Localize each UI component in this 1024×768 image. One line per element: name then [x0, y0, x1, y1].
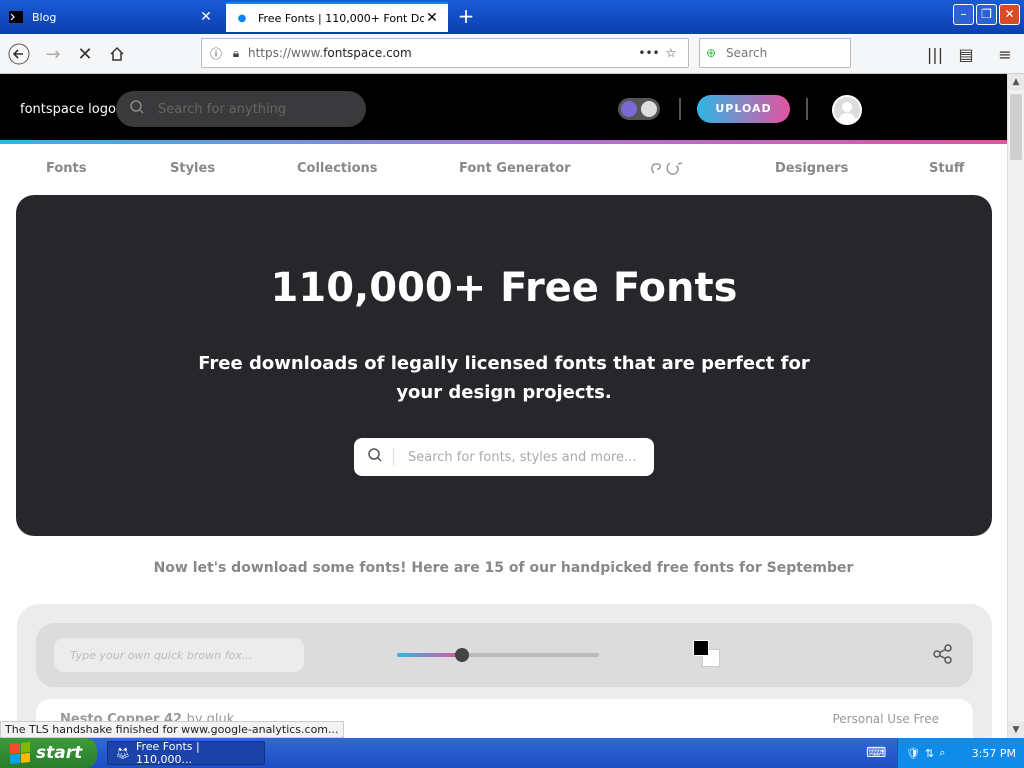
search-icon[interactable]: ⌕ — [939, 746, 945, 760]
main-nav: Fonts Styles Collections Font Generator … — [0, 144, 1007, 194]
font-size-slider[interactable] — [397, 648, 599, 662]
taskbar-item-firefox[interactable]: 🦊︎ Free Fonts | 110,000... — [107, 740, 265, 766]
toggle-knob — [621, 101, 637, 117]
hero-banner: 110,000+ Free Fonts Free downloads of le… — [16, 195, 992, 536]
upload-button[interactable]: UPLOAD — [697, 95, 790, 123]
library-icon[interactable]: ||| — [920, 39, 950, 69]
hero-title: 110,000+ Free Fonts — [270, 265, 738, 311]
header-search-input[interactable]: Search for anything — [116, 91, 366, 127]
font-list-panel: Type your own quick brown fox... Nesto C… — [17, 604, 992, 738]
scroll-thumb[interactable] — [1010, 94, 1022, 160]
swirl-icon[interactable] — [648, 159, 688, 179]
search-engine-icon: ⊕ — [706, 46, 717, 60]
divider — [806, 98, 808, 120]
search-icon — [368, 448, 394, 466]
section-intro: Now let's download some fonts! Here are … — [153, 560, 854, 576]
hamburger-menu-icon[interactable]: ≡ — [990, 39, 1020, 69]
bookmark-star-icon[interactable]: ☆ — [660, 46, 682, 60]
close-tab-icon[interactable]: ✕ — [424, 10, 440, 26]
firefox-icon: 🦊︎ — [116, 746, 130, 760]
page-actions-icon[interactable]: ••• — [638, 46, 660, 60]
tab-title: Blog — [32, 10, 57, 24]
tab-fontspace[interactable]: ● Free Fonts | 110,000+ Font Down ✕ — [226, 2, 448, 32]
nav-collections[interactable]: Collections — [297, 161, 378, 176]
windows-taskbar: start 🦊︎ Free Fonts | 110,000... ⌨ 🛡︎ ⇅ … — [0, 738, 1024, 768]
stop-loading-icon[interactable]: ✕ — [70, 39, 100, 69]
close-tab-icon[interactable]: ✕ — [198, 9, 214, 25]
lock-icon[interactable]: 🔒︎ — [228, 46, 244, 61]
foreground-color-swatch[interactable] — [693, 640, 709, 656]
forward-arrow-icon[interactable]: → — [38, 39, 68, 69]
hero-search-placeholder: Search for fonts, styles and more... — [408, 449, 637, 465]
nav-font-generator[interactable]: Font Generator — [459, 161, 571, 176]
fontspace-logo[interactable]: fontspace logo — [20, 102, 116, 117]
shield-icon[interactable]: 🛡︎ — [906, 747, 920, 760]
hero-subtitle: Free downloads of legally licensed fonts… — [198, 353, 810, 403]
tab-title: Free Fonts | 110,000+ Font Down — [258, 11, 424, 25]
new-tab-icon[interactable]: + — [454, 4, 478, 28]
nav-designers[interactable]: Designers — [775, 161, 848, 176]
sidebar-icon[interactable]: ▤ — [951, 39, 981, 69]
dark-mode-toggle[interactable] — [618, 98, 660, 120]
web-page: fontspace logo Search for anything UPLOA… — [0, 74, 1007, 738]
scroll-down-icon[interactable]: ▼ — [1008, 722, 1024, 738]
share-icon[interactable] — [932, 644, 954, 666]
divider — [679, 98, 681, 120]
avatar[interactable] — [832, 95, 862, 125]
scroll-up-icon[interactable]: ▲ — [1008, 74, 1024, 90]
system-tray: 🛡︎ ⇅ ⌕ 3:57 PM — [897, 738, 1024, 768]
search-icon — [130, 100, 144, 118]
browser-search-input[interactable]: ⊕ Search — [699, 38, 851, 68]
minimize-icon[interactable]: – — [953, 4, 974, 25]
status-tooltip: The TLS handshake finished for www.googl… — [0, 721, 344, 738]
tab-blog[interactable]: Blog ✕ — [0, 2, 222, 32]
page-scrollbar[interactable]: ▲ ▼ — [1007, 74, 1024, 738]
browser-navbar: → ✕ ⓘ 🔒︎ https://www.fontspace.com ••• ☆… — [0, 34, 1024, 74]
network-icon[interactable]: ⇅ — [925, 747, 934, 760]
keyboard-icon[interactable]: ⌨ — [866, 745, 886, 761]
window-controls: – ❐ ✕ — [953, 4, 1020, 25]
nav-stuff[interactable]: Stuff — [929, 161, 964, 176]
windows-logo-icon — [10, 741, 30, 765]
url-text[interactable]: https://www.fontspace.com — [248, 46, 638, 60]
preview-toolbar: Type your own quick brown fox... — [36, 623, 973, 687]
loading-dot-icon: ● — [237, 12, 247, 24]
nav-fonts[interactable]: Fonts — [46, 161, 87, 176]
hero-search-input[interactable]: Search for fonts, styles and more... — [354, 438, 654, 476]
clock: 3:57 PM — [971, 746, 1016, 760]
color-picker[interactable] — [693, 640, 723, 670]
back-arrow-icon[interactable] — [4, 39, 34, 69]
slider-fill — [397, 653, 462, 657]
info-icon[interactable]: ⓘ — [208, 45, 224, 62]
close-window-icon[interactable]: ✕ — [999, 4, 1020, 25]
license-label: Personal Use Free — [832, 712, 939, 726]
restore-icon[interactable]: ❐ — [976, 4, 997, 25]
home-icon[interactable] — [102, 39, 132, 69]
url-bar[interactable]: ⓘ 🔒︎ https://www.fontspace.com ••• ☆ — [201, 38, 689, 68]
browser-tab-strip: Blog ✕ ● Free Fonts | 110,000+ Font Down… — [0, 0, 1024, 34]
preview-text-input[interactable]: Type your own quick brown fox... — [54, 638, 304, 672]
moon-icon — [641, 101, 657, 117]
header-search-placeholder: Search for anything — [158, 101, 287, 117]
nav-styles[interactable]: Styles — [170, 161, 215, 176]
site-header: fontspace logo Search for anything UPLOA… — [0, 74, 1007, 140]
terminal-icon — [8, 9, 24, 25]
start-button[interactable]: start — [0, 738, 97, 768]
screen: Blog ✕ ● Free Fonts | 110,000+ Font Down… — [0, 0, 1024, 768]
slider-handle[interactable] — [454, 648, 469, 662]
